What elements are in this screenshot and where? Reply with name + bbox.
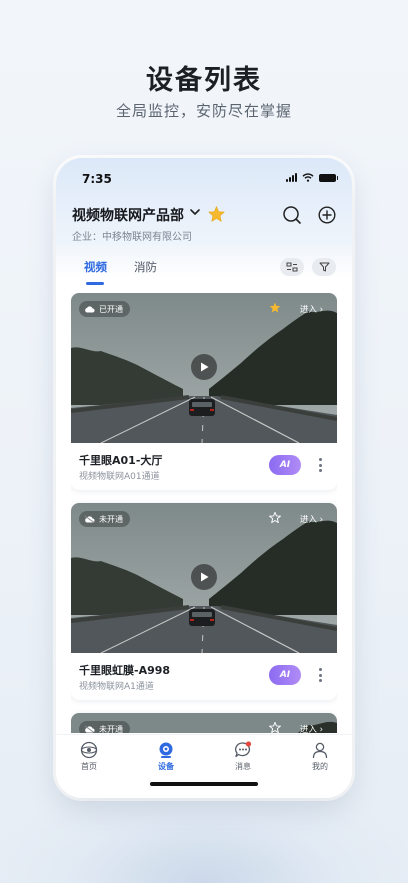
cloud-off-icon (84, 515, 95, 523)
add-circle-icon[interactable] (318, 206, 336, 224)
more-icon[interactable] (317, 458, 323, 472)
favorite-star-icon[interactable] (269, 302, 281, 313)
tab-video[interactable]: 视频 (84, 259, 107, 275)
enter-link[interactable]: 进入 › (300, 303, 323, 315)
status-icons (286, 173, 338, 182)
device-channel: 视频物联网A1通道 (79, 682, 154, 692)
device-list: 已开通 进入 › 千里眼A01-大厅 视频物联网A01通道 AI 未开通 进入 … (71, 293, 337, 733)
wifi-icon (302, 173, 314, 182)
cloud-icon (85, 306, 95, 313)
signal-icon (286, 173, 297, 182)
status-badge: 已开通 (79, 301, 130, 317)
user-icon (312, 742, 328, 759)
play-button[interactable] (191, 354, 217, 380)
camera-icon (159, 742, 173, 758)
nav-profile[interactable]: 我的 (290, 741, 350, 772)
status-badge: 未开通 (79, 721, 130, 733)
device-card[interactable]: 未开通 进入 › 千里眼虹膜-A998 视频物联网A1通道 AI (71, 503, 337, 700)
filter-icon (319, 262, 329, 272)
company-label: 企业：中移物联网有限公司 (72, 232, 192, 243)
device-title: 千里眼虹膜-A998 (79, 664, 171, 677)
promo-subtitle: 全局监控，安防尽在掌握 (115, 102, 292, 120)
status-text: 未开通 (99, 514, 123, 524)
device-channel: 视频物联网A01通道 (79, 472, 160, 482)
cloud-off-icon (84, 725, 95, 733)
home-icon (80, 741, 98, 759)
bottom-nav: 首页 设备 消息 我的 (56, 734, 352, 798)
enter-link[interactable]: 进入 › (300, 723, 323, 733)
scan-icon (286, 262, 298, 272)
favorite-star-icon[interactable] (269, 512, 281, 523)
tab-active-indicator (86, 282, 104, 285)
org-name[interactable]: 视频物联网产品部 (72, 205, 184, 225)
play-icon (201, 362, 209, 372)
battery-icon (319, 173, 338, 182)
status-badge: 未开通 (79, 511, 130, 527)
nav-messages[interactable]: 消息 (213, 741, 273, 772)
filter-button[interactable] (312, 258, 336, 276)
status-text: 未开通 (99, 724, 123, 734)
device-card[interactable]: 已开通 进入 › 千里眼A01-大厅 视频物联网A01通道 AI (71, 293, 337, 490)
phone-frame: 7:35 视频物联网产品部 企业：中移物联网有限公司 视频 消防 已开通 进入 … (56, 158, 352, 798)
star-icon[interactable] (208, 206, 225, 222)
nav-devices[interactable]: 设备 (136, 741, 196, 772)
device-card[interactable]: 未开通 进入 › (71, 713, 337, 733)
ai-button[interactable]: AI (269, 455, 301, 475)
favorite-star-icon[interactable] (269, 722, 281, 733)
status-time: 7:35 (82, 172, 112, 186)
tab-fire[interactable]: 消防 (134, 259, 157, 275)
chevron-down-icon[interactable] (190, 208, 200, 216)
play-button[interactable] (191, 564, 217, 590)
enter-link[interactable]: 进入 › (300, 513, 323, 525)
status-text: 已开通 (99, 304, 123, 314)
scan-button[interactable] (280, 258, 304, 276)
more-icon[interactable] (317, 668, 323, 682)
message-icon (235, 741, 252, 758)
home-indicator (150, 782, 258, 786)
nav-home[interactable]: 首页 (59, 741, 119, 772)
promo-title: 设备列表 (146, 65, 262, 96)
play-icon (201, 572, 209, 582)
search-icon[interactable] (282, 205, 302, 225)
ai-button[interactable]: AI (269, 665, 301, 685)
device-title: 千里眼A01-大厅 (79, 454, 163, 467)
